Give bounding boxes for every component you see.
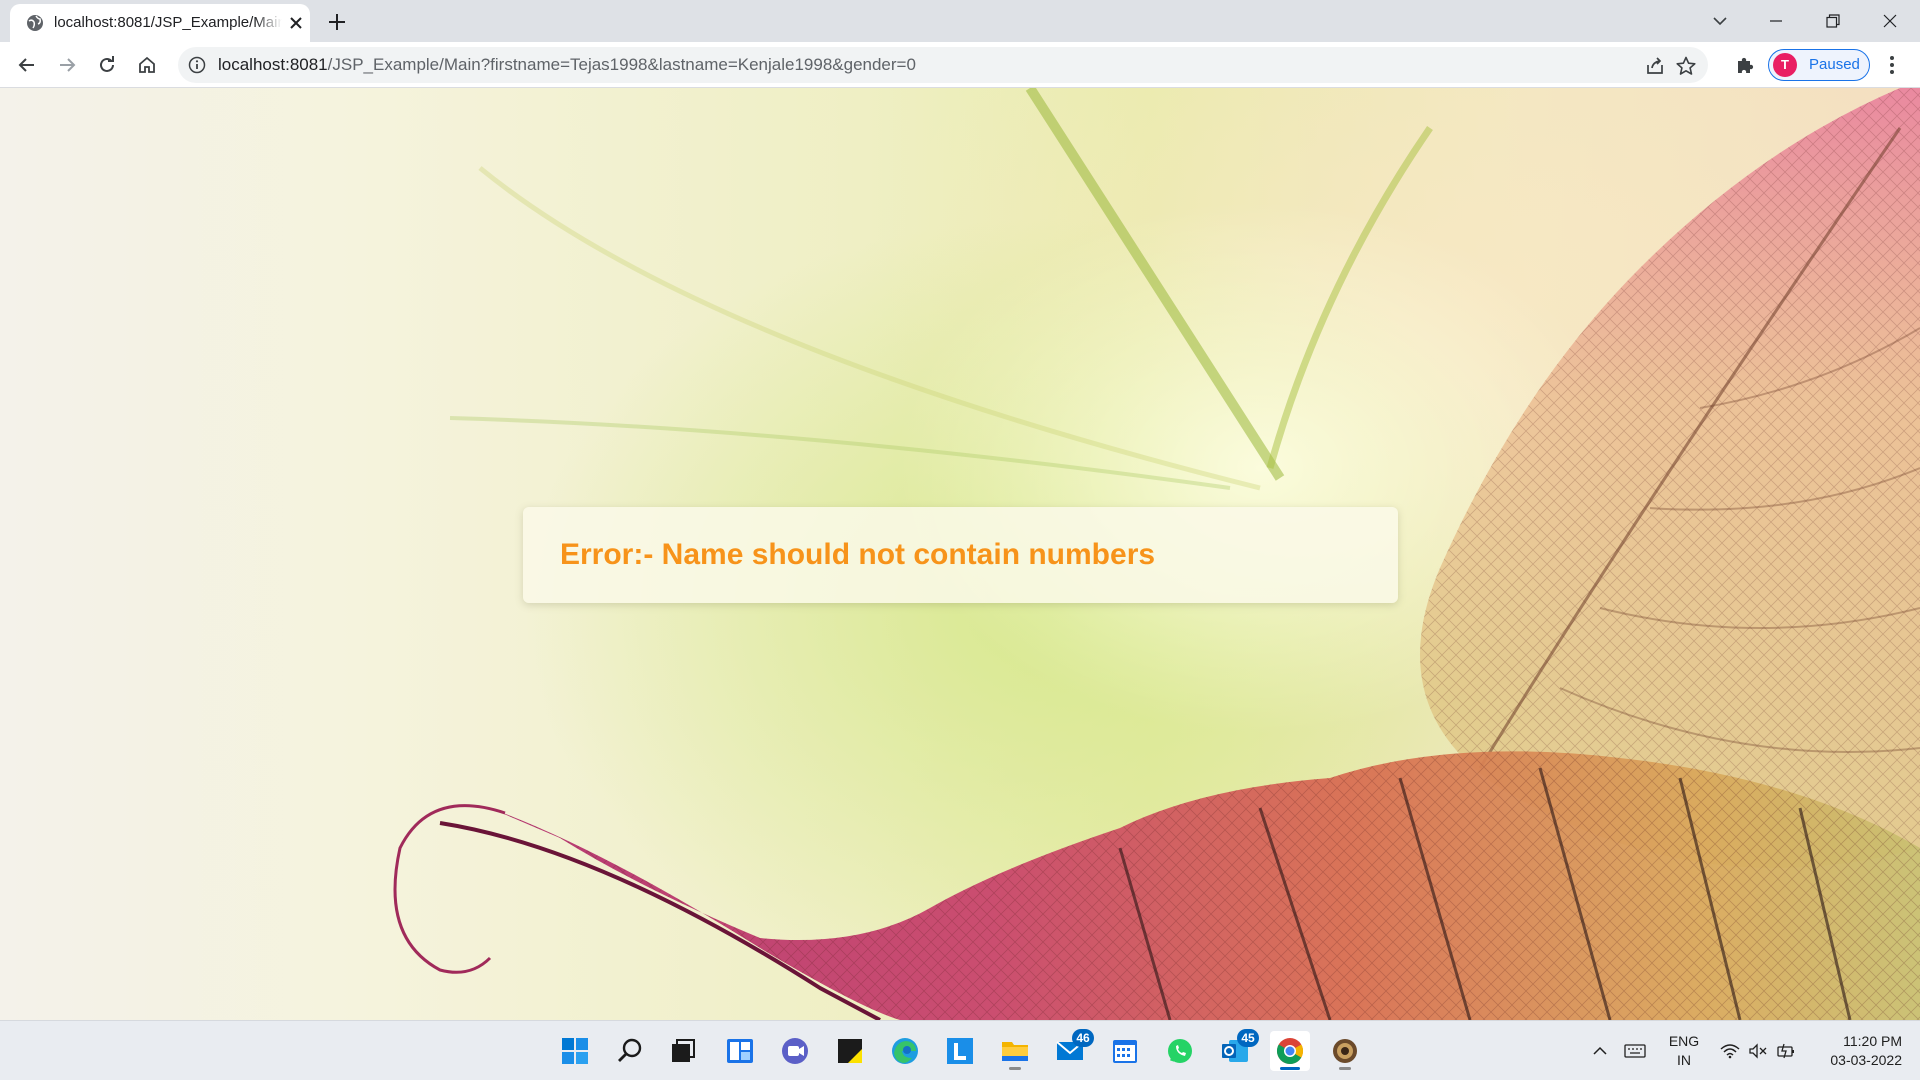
emblem-icon bbox=[1333, 1039, 1357, 1063]
restore-button[interactable] bbox=[1810, 6, 1856, 36]
address-bar[interactable]: localhost:8081/JSP_Example/Main?firstnam… bbox=[178, 47, 1708, 83]
running-indicator bbox=[1339, 1067, 1351, 1070]
active-indicator bbox=[1280, 1067, 1300, 1070]
error-message: Error:- Name should not contain numbers bbox=[560, 538, 1156, 571]
reload-icon bbox=[100, 56, 114, 72]
outlook-badge: 45 bbox=[1237, 1029, 1259, 1047]
task-view-icon bbox=[672, 1039, 695, 1062]
clock-date: 03-03-2022 bbox=[1830, 1052, 1902, 1068]
windows-taskbar: 46 45 ENG IN 11:20 PM 03-03-2022 bbox=[0, 1020, 1920, 1080]
url-path: /JSP_Example/Main?firstname=Tejas1998&la… bbox=[327, 55, 916, 74]
forward-icon bbox=[60, 58, 76, 72]
start-button[interactable] bbox=[555, 1031, 595, 1071]
url-host: localhost:8081 bbox=[218, 55, 328, 74]
browser-tab[interactable]: localhost:8081/JSP_Example/Main?firstnam… bbox=[10, 4, 310, 42]
calendar-icon bbox=[1113, 1040, 1137, 1063]
volume-muted-icon bbox=[1749, 1043, 1767, 1059]
plus-icon[interactable] bbox=[324, 9, 350, 35]
browser-toolbar: localhost:8081/JSP_Example/Main?firstnam… bbox=[0, 42, 1920, 88]
network-button[interactable] bbox=[1716, 1021, 1744, 1080]
sticky-notes-icon bbox=[838, 1039, 862, 1063]
chrome-icon bbox=[1276, 1038, 1304, 1064]
page-content: Error:- Name should not contain numbers bbox=[0, 88, 1920, 1020]
puzzle-icon[interactable] bbox=[1734, 54, 1756, 76]
restore-icon bbox=[1826, 14, 1840, 28]
chat-icon bbox=[782, 1038, 808, 1064]
share-icon[interactable] bbox=[1644, 55, 1666, 77]
back-button[interactable] bbox=[11, 49, 43, 81]
star-icon[interactable] bbox=[1675, 55, 1697, 77]
teams-chat-button[interactable] bbox=[775, 1031, 815, 1071]
close-window-button[interactable] bbox=[1867, 6, 1913, 36]
sticky-notes-button[interactable] bbox=[830, 1031, 870, 1071]
letter-l-icon bbox=[947, 1038, 973, 1064]
battery-button[interactable] bbox=[1772, 1021, 1800, 1080]
profile-status: Paused bbox=[1809, 56, 1860, 73]
calendar-button[interactable] bbox=[1105, 1031, 1145, 1071]
profile-button[interactable]: T Paused bbox=[1768, 49, 1870, 81]
minimize-icon bbox=[1770, 20, 1782, 22]
input-language-indicator[interactable]: ENG IN bbox=[1664, 1032, 1704, 1070]
tab-title: localhost:8081/JSP_Example/Main?firstnam… bbox=[54, 14, 282, 31]
battery-charging-icon bbox=[1777, 1043, 1794, 1059]
reload-button[interactable] bbox=[91, 49, 123, 81]
keyboard-icon bbox=[1624, 1044, 1646, 1058]
emblem-app-button[interactable] bbox=[1325, 1031, 1365, 1071]
error-message-card: Error:- Name should not contain numbers bbox=[523, 507, 1398, 603]
wifi-icon bbox=[1720, 1044, 1740, 1059]
chevron-up-icon bbox=[1593, 1046, 1607, 1055]
avatar: T bbox=[1773, 53, 1797, 77]
language-code: ENG bbox=[1668, 1033, 1700, 1049]
back-icon bbox=[18, 58, 34, 72]
info-icon[interactable] bbox=[188, 56, 206, 74]
folder-icon bbox=[1002, 1042, 1028, 1061]
more-vert-icon[interactable] bbox=[1882, 54, 1902, 76]
address-url[interactable]: localhost:8081/JSP_Example/Main?firstnam… bbox=[218, 56, 916, 74]
edge-button[interactable] bbox=[885, 1031, 925, 1071]
tab-strip: localhost:8081/JSP_Example/Main?firstnam… bbox=[0, 0, 1920, 42]
forward-button[interactable] bbox=[51, 49, 83, 81]
close-icon[interactable] bbox=[288, 15, 304, 31]
taskbar-search-button[interactable] bbox=[610, 1031, 650, 1071]
lexicon-app-button[interactable] bbox=[940, 1031, 980, 1071]
mail-badge: 46 bbox=[1072, 1029, 1094, 1047]
mail-button[interactable]: 46 bbox=[1050, 1029, 1094, 1071]
home-button[interactable] bbox=[131, 49, 163, 81]
running-indicator bbox=[1009, 1067, 1021, 1070]
widgets-button[interactable] bbox=[720, 1031, 760, 1071]
region-code: IN bbox=[1677, 1052, 1691, 1068]
close-window-icon bbox=[1883, 14, 1897, 28]
search-icon bbox=[618, 1038, 642, 1062]
volume-button[interactable] bbox=[1744, 1021, 1772, 1080]
minimize-button[interactable] bbox=[1753, 6, 1799, 36]
globe-icon bbox=[27, 15, 43, 31]
windows-logo-icon bbox=[562, 1038, 588, 1064]
outlook-button[interactable]: 45 bbox=[1215, 1029, 1259, 1071]
tab-search-button[interactable] bbox=[1697, 6, 1743, 36]
chevron-down-icon bbox=[1713, 17, 1727, 26]
chrome-button[interactable] bbox=[1270, 1031, 1310, 1071]
clock[interactable]: 11:20 PM 03-03-2022 bbox=[1810, 1032, 1902, 1070]
clock-time: 11:20 PM bbox=[1843, 1033, 1902, 1049]
whatsapp-icon bbox=[1168, 1039, 1192, 1063]
touch-keyboard-button[interactable] bbox=[1620, 1021, 1650, 1080]
show-hidden-icons-button[interactable] bbox=[1585, 1021, 1615, 1080]
file-explorer-button[interactable] bbox=[995, 1031, 1035, 1071]
widgets-icon bbox=[727, 1039, 753, 1063]
whatsapp-button[interactable] bbox=[1160, 1031, 1200, 1071]
task-view-button[interactable] bbox=[663, 1031, 703, 1071]
home-icon bbox=[139, 56, 155, 73]
edge-icon bbox=[892, 1038, 918, 1064]
